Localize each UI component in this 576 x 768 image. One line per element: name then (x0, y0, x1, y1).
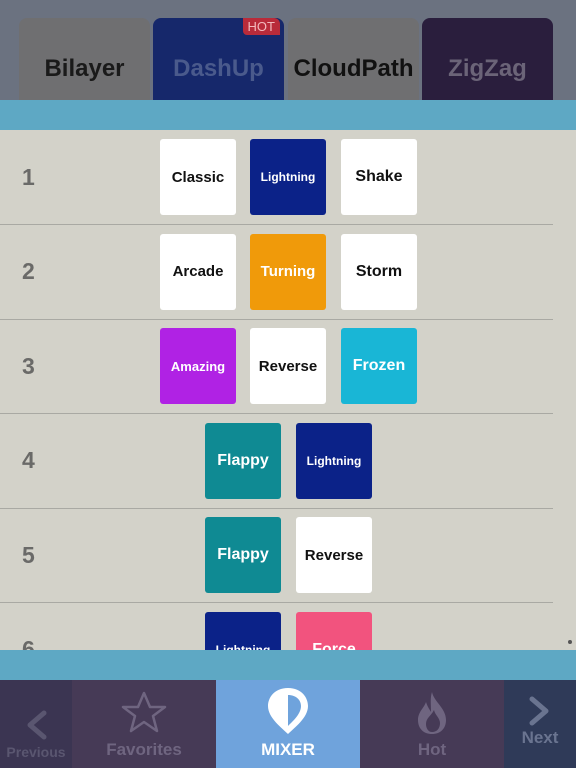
favorites-button[interactable]: Favorites (72, 680, 216, 768)
tab-zigzag[interactable]: ZigZag (422, 18, 553, 100)
tile-label: Storm (355, 262, 403, 280)
mode-tile-flappy[interactable]: Flappy (205, 422, 281, 499)
tab-label: CloudPath (293, 55, 414, 82)
flame-icon (414, 690, 450, 736)
tab-label: Bilayer (44, 55, 125, 82)
star-icon (121, 690, 167, 734)
tile-label: Lightning (306, 453, 362, 468)
bottom-nav: Previous Favorites MIXER Hot Next (0, 680, 576, 768)
list-item: 5 Flappy Reverse (0, 508, 576, 603)
tile-label: Classic (171, 168, 225, 186)
mode-tile-force[interactable]: Force (296, 611, 372, 651)
bottom-accent-bar (0, 650, 576, 680)
mode-tile-lightning[interactable]: Lightning (296, 422, 372, 499)
tile-label: Frozen (352, 357, 406, 374)
tile-label: Amazing (170, 358, 226, 374)
list-item: 1 Classic Lightning Shake (0, 130, 576, 225)
tab-label: DashUp (173, 55, 264, 82)
tile-label: Flappy (217, 546, 269, 563)
tab-cloudpath[interactable]: CloudPath (288, 18, 419, 100)
tile-label: Lightning (260, 170, 316, 184)
tile-label: Reverse (258, 357, 318, 375)
tile-label: Force (312, 640, 356, 651)
mode-tile-arcade[interactable]: Arcade (160, 233, 236, 310)
nav-label: Previous (6, 744, 66, 760)
mode-tile-turning[interactable]: Turning (250, 233, 326, 310)
nav-label: Hot (417, 740, 447, 759)
tile-label: Turning (260, 263, 316, 280)
nav-label: Next (521, 728, 559, 747)
tile-label: Lightning (215, 642, 271, 651)
row-number: 5 (22, 541, 35, 568)
list-item: 6 Lightning Force (0, 603, 576, 651)
row-number: 1 (22, 163, 35, 190)
top-accent-bar (0, 100, 576, 130)
chevron-left-icon (23, 710, 49, 740)
mode-tile-amazing[interactable]: Amazing (160, 328, 236, 404)
nav-label: Favorites (106, 740, 182, 759)
mode-tabs: Bilayer DashUp HOT CloudPath ZigZag (0, 0, 576, 100)
mixer-list[interactable]: 1 Classic Lightning Shake 2 Arcade Turning Stor… (0, 130, 576, 650)
mixer-icon (266, 686, 310, 736)
hot-button[interactable]: Hot (360, 680, 504, 768)
hot-badge: HOT (242, 18, 280, 35)
tile-label: Shake (355, 168, 403, 185)
list-item: 4 Flappy Lightning (0, 414, 576, 509)
scroll-indicator[interactable] (568, 640, 572, 644)
tile-label: Flappy (217, 451, 269, 469)
nav-label: MIXER (261, 740, 315, 759)
tab-bilayer[interactable]: Bilayer (19, 18, 150, 100)
row-number: 2 (22, 258, 35, 284)
row-number: 3 (22, 352, 35, 379)
mode-tile-flappy[interactable]: Flappy (205, 517, 281, 593)
list-item: 3 Amazing Reverse Frozen (0, 319, 576, 414)
row-number: 6 (22, 636, 35, 650)
tile-label: Arcade (172, 263, 224, 280)
mode-tile-frozen[interactable]: Frozen (341, 328, 417, 404)
next-button[interactable]: Next (504, 680, 576, 768)
mode-tile-lightning[interactable]: Lightning (205, 611, 281, 651)
mode-tile-lightning[interactable]: Lightning (250, 139, 326, 215)
mode-tile-storm[interactable]: Storm (341, 233, 417, 310)
mode-tile-reverse[interactable]: Reverse (296, 517, 372, 593)
tab-label: ZigZag (448, 55, 527, 82)
tile-label: Reverse (304, 546, 364, 564)
mode-tile-shake[interactable]: Shake (341, 139, 417, 215)
mode-tile-reverse[interactable]: Reverse (250, 328, 326, 404)
previous-button[interactable]: Previous (0, 680, 72, 768)
list-item: 2 Arcade Turning Storm (0, 225, 576, 320)
chevron-right-icon (527, 696, 553, 726)
row-number: 4 (22, 447, 35, 473)
mode-tile-classic[interactable]: Classic (160, 139, 236, 215)
tab-dashup[interactable]: DashUp HOT (153, 18, 284, 100)
mixer-button[interactable]: MIXER (216, 680, 360, 768)
